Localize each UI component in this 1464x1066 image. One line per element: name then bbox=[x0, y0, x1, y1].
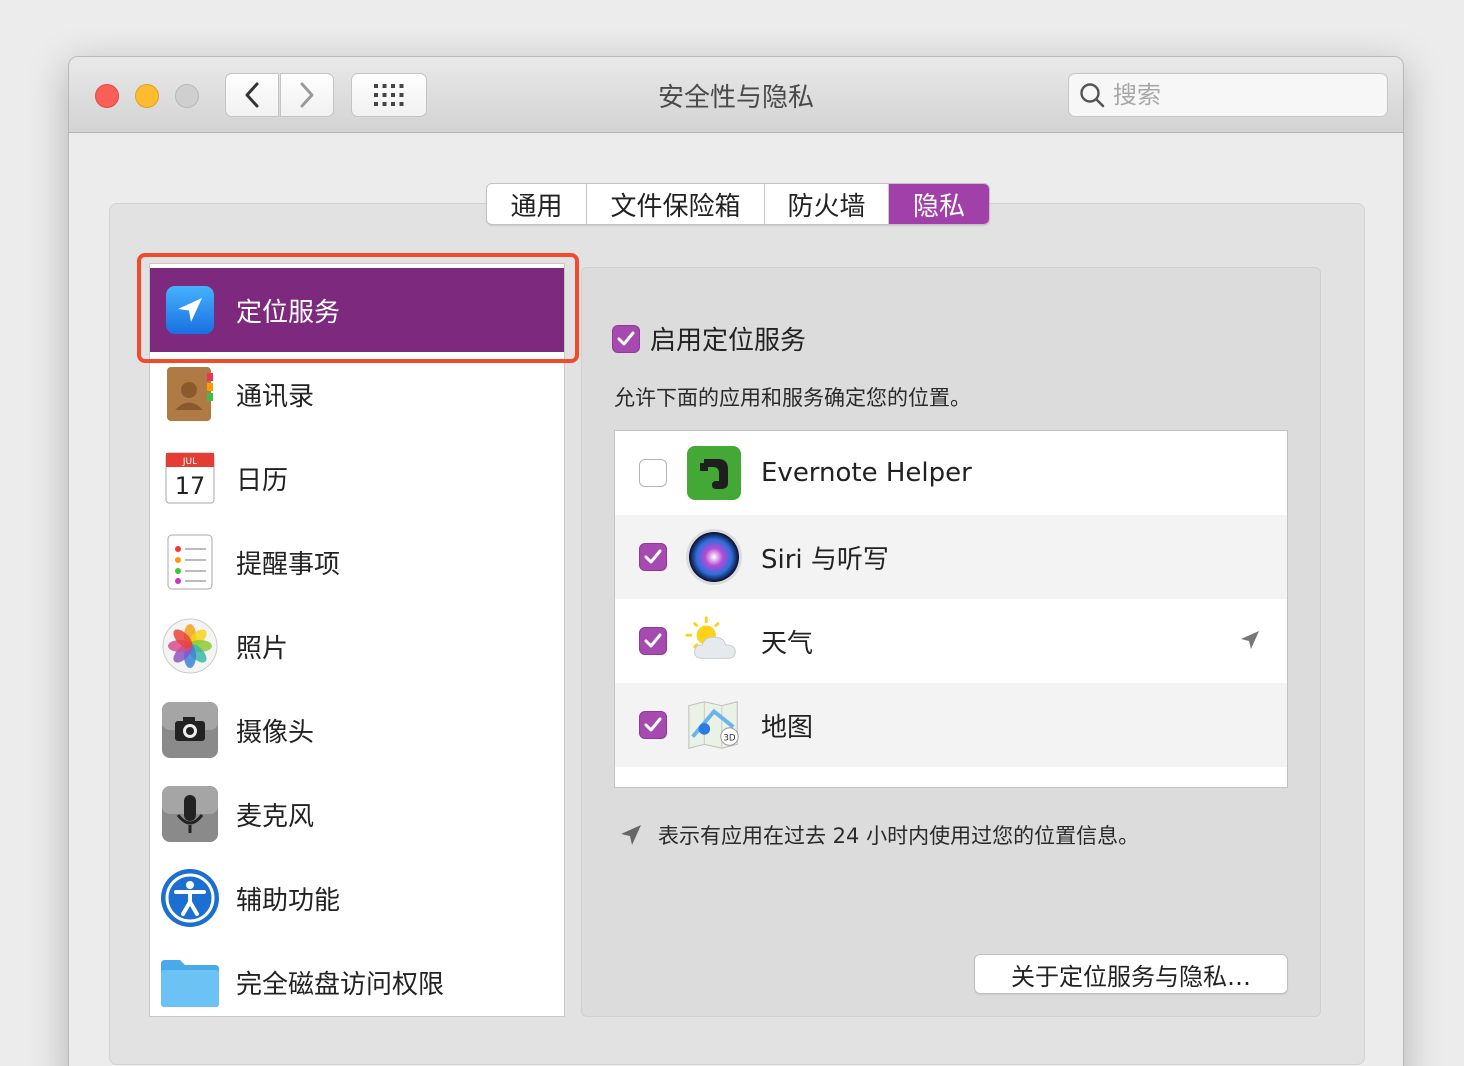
siri-orb-icon bbox=[685, 528, 743, 586]
tab-filevault[interactable]: 文件保险箱 bbox=[587, 184, 765, 224]
sidebar-item-accessibility[interactable]: 辅助功能 bbox=[150, 856, 564, 940]
tab-firewall[interactable]: 防火墙 bbox=[765, 184, 889, 224]
sidebar-item-label: 定位服务 bbox=[236, 297, 341, 328]
folder-icon bbox=[160, 952, 220, 1012]
footnote-text: 表示有应用在过去 24 小时内使用过您的位置信息。 bbox=[658, 824, 1140, 848]
location-services-panel: 启用定位服务 允许下面的应用和服务确定您的位置。 Evernote Helper… bbox=[581, 267, 1321, 1017]
app-row-weather: 天气 bbox=[615, 599, 1287, 683]
preferences-window: 安全性与隐私 通用 文件保险箱 防火墙 隐私 定位服务 通讯录 JUL 17 bbox=[68, 56, 1404, 1066]
sidebar-item-reminders[interactable]: 提醒事项 bbox=[150, 520, 564, 604]
location-arrow-outline-icon bbox=[621, 825, 641, 845]
app-row-maps: 3D 地图 bbox=[615, 683, 1287, 767]
checkmark-icon bbox=[644, 717, 662, 732]
sidebar-item-photos[interactable]: 照片 bbox=[150, 604, 564, 688]
app-name: 天气 bbox=[761, 628, 814, 659]
calendar-month-text: JUL bbox=[182, 457, 197, 467]
recent-location-footnote: 表示有应用在过去 24 小时内使用过您的位置信息。 bbox=[618, 820, 1139, 850]
app-checkbox-evernote-helper[interactable] bbox=[639, 459, 667, 487]
enable-location-label: 启用定位服务 bbox=[650, 326, 807, 356]
app-row-siri: Siri 与听写 bbox=[615, 515, 1287, 599]
sidebar-item-camera[interactable]: 摄像头 bbox=[150, 688, 564, 772]
app-name: 地图 bbox=[761, 712, 814, 743]
sidebar-item-calendar[interactable]: JUL 17 日历 bbox=[150, 436, 564, 520]
privacy-sidebar: 定位服务 通讯录 JUL 17 日历 提醒事项 照片 摄像头 麦克风 辅助功能 … bbox=[149, 263, 565, 1017]
app-checkbox-maps[interactable] bbox=[639, 711, 667, 739]
about-location-privacy-button[interactable]: 关于定位服务与隐私… bbox=[974, 954, 1288, 994]
sidebar-item-label: 照片 bbox=[236, 633, 289, 664]
tab-general[interactable]: 通用 bbox=[487, 184, 587, 224]
sidebar-item-label: 摄像头 bbox=[236, 717, 315, 748]
location-arrow-icon bbox=[160, 280, 220, 340]
sidebar-item-full-disk-access[interactable]: 完全磁盘访问权限 bbox=[150, 940, 564, 1016]
reminders-list-icon bbox=[160, 532, 220, 592]
sidebar-item-label: 麦克风 bbox=[236, 801, 315, 832]
tab-bar: 通用 文件保险箱 防火墙 隐私 bbox=[486, 183, 990, 225]
sidebar-item-microphone[interactable]: 麦克风 bbox=[150, 772, 564, 856]
enable-location-row[interactable]: 启用定位服务 bbox=[612, 320, 806, 357]
photos-flower-icon bbox=[160, 616, 220, 676]
enable-location-checkbox[interactable] bbox=[612, 324, 640, 353]
checkmark-icon bbox=[644, 633, 662, 648]
search-field[interactable] bbox=[1068, 73, 1388, 117]
evernote-elephant-icon bbox=[685, 444, 743, 502]
recent-location-arrow-icon bbox=[1241, 631, 1259, 649]
allow-apps-description: 允许下面的应用和服务确定您的位置。 bbox=[614, 386, 971, 410]
camera-icon bbox=[160, 700, 220, 760]
title-bar: 安全性与隐私 bbox=[69, 57, 1403, 133]
checkmark-icon bbox=[644, 549, 662, 564]
app-row-evernote-helper: Evernote Helper bbox=[615, 431, 1287, 515]
app-row-partial bbox=[615, 767, 1287, 787]
location-app-list: Evernote Helper Siri 与听写 天气 3D 地图 bbox=[614, 430, 1288, 788]
sidebar-item-label: 日历 bbox=[236, 465, 289, 496]
app-name: Evernote Helper bbox=[761, 458, 972, 488]
calendar-icon: JUL 17 bbox=[160, 448, 220, 508]
maps-icon: 3D bbox=[685, 696, 743, 754]
sidebar-item-label: 完全磁盘访问权限 bbox=[236, 969, 445, 1000]
search-input[interactable] bbox=[1113, 81, 1373, 109]
app-name: Siri 与听写 bbox=[761, 544, 889, 575]
app-checkbox-siri[interactable] bbox=[639, 543, 667, 571]
accessibility-icon bbox=[160, 868, 220, 928]
sidebar-item-label: 提醒事项 bbox=[236, 549, 341, 580]
app-checkbox-weather[interactable] bbox=[639, 627, 667, 655]
contacts-book-icon bbox=[160, 364, 220, 424]
sidebar-item-label: 通讯录 bbox=[236, 381, 315, 412]
sidebar-item-location-services[interactable]: 定位服务 bbox=[150, 268, 564, 352]
weather-sun-cloud-icon bbox=[685, 612, 743, 670]
checkmark-icon bbox=[617, 331, 635, 345]
calendar-day-text: 17 bbox=[175, 472, 206, 500]
microphone-icon bbox=[160, 784, 220, 844]
search-icon bbox=[1080, 83, 1105, 108]
sidebar-item-contacts[interactable]: 通讯录 bbox=[150, 352, 564, 436]
svg-text:3D: 3D bbox=[723, 733, 736, 743]
tab-privacy[interactable]: 隐私 bbox=[889, 184, 989, 224]
sidebar-item-label: 辅助功能 bbox=[236, 885, 341, 916]
